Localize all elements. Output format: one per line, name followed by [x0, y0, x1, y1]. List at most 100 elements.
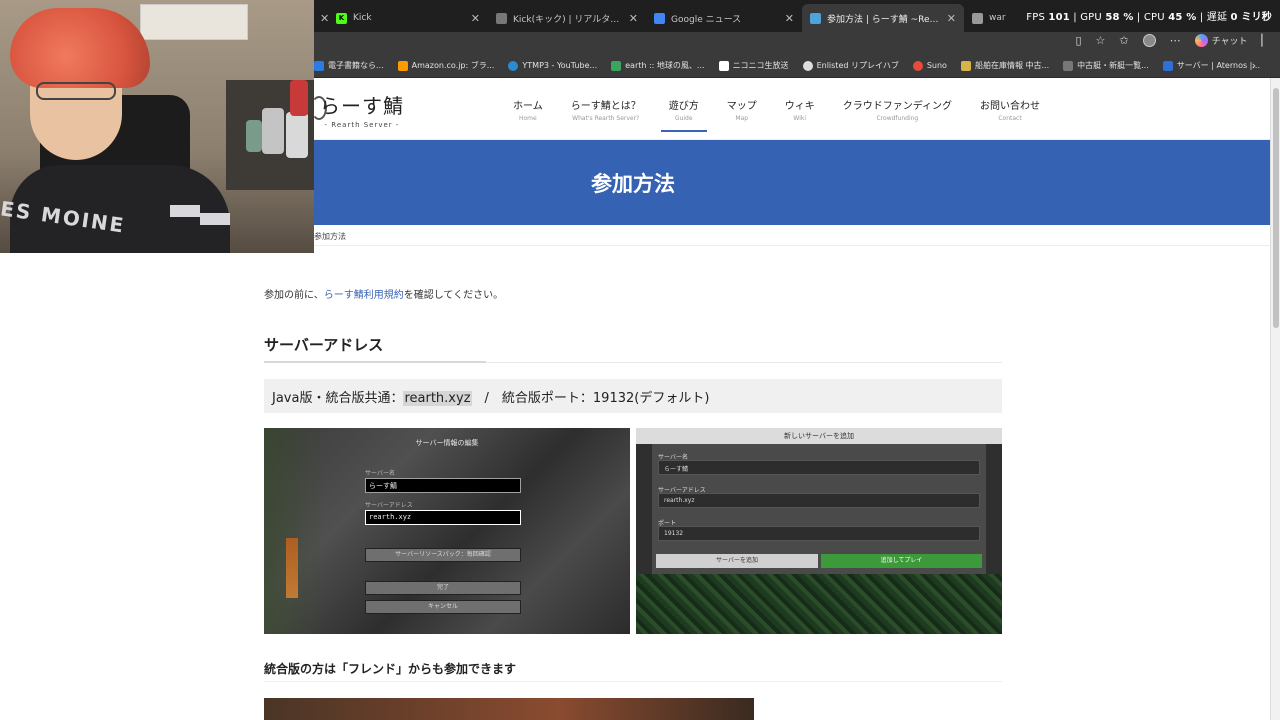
nav-home[interactable]: ホーム Home: [505, 92, 551, 130]
screenshot-button: 追加してプレイ: [821, 554, 982, 568]
wall-poster: [140, 4, 248, 40]
close-icon[interactable]: ✕: [629, 12, 638, 25]
boat-list-icon: [1063, 60, 1074, 71]
bookmark-item[interactable]: サーバー | Aternos |...: [1162, 60, 1260, 71]
nav-guide[interactable]: 遊び方 Guide: [660, 92, 707, 132]
background-texture: [636, 574, 1002, 634]
google-news-icon: [654, 12, 665, 24]
tab-google-news[interactable]: Google ニュース ✕: [646, 4, 802, 32]
profile-icon[interactable]: [1142, 34, 1156, 47]
more-menu-icon[interactable]: ⋯: [1170, 34, 1181, 47]
nav-crowdfunding[interactable]: クラウドファンディング Crowdfunding: [835, 92, 960, 130]
niconico-icon: [718, 60, 729, 71]
can: [262, 108, 284, 154]
screen: ✕ K Kick ✕ Kick(キック) | リアルタイムランキング ✕ Goo…: [0, 0, 1280, 720]
page-icon: [972, 12, 983, 24]
nav-wiki[interactable]: ウィキ Wiki: [777, 92, 823, 130]
page-scrollbar[interactable]: [1270, 78, 1280, 720]
boat-icon: [960, 60, 971, 71]
copilot-icon: [1194, 34, 1208, 47]
screenshot-button: キャンセル: [365, 600, 521, 614]
divider: [264, 681, 1002, 682]
bookmark-item[interactable]: 船舶在庫情報 中古...: [960, 60, 1049, 71]
close-icon[interactable]: ✕: [785, 12, 794, 25]
close-icon[interactable]: ✕: [320, 12, 328, 25]
sidebar-toggle-icon[interactable]: ▏: [1262, 34, 1270, 47]
screenshot-title: 新しいサーバーを追加: [636, 428, 1002, 444]
tab-war[interactable]: war: [964, 4, 1014, 32]
tab-kick-ranking[interactable]: Kick(キック) | リアルタイムランキング ✕: [488, 4, 646, 32]
performance-overlay: FPS 101 | GPU 58 % | CPU 45 % | 遅延 0 ミリ秒: [1026, 12, 1272, 23]
close-icon[interactable]: ✕: [471, 12, 480, 25]
enlisted-icon: [802, 60, 813, 71]
server-address-box: Java版・統合版共通：rearth.xyz / 統合版ポート：19132(デフ…: [264, 379, 1002, 413]
bookmark-item[interactable]: Enlisted リプレイハブ: [802, 60, 899, 71]
screenshot-label: サーバー名: [365, 470, 395, 477]
bookmark-item[interactable]: Amazon.co.jp: ブラ...: [397, 60, 494, 71]
tab-kick[interactable]: K Kick ✕: [328, 4, 488, 32]
screenshot-field: 19132: [658, 526, 980, 541]
bedrock-edition-screenshot: 新しいサーバーを追加 サーバー名 らーす鯖 サーバーアドレス rearth.xy…: [636, 428, 1002, 634]
main-nav: ホーム Home らーす鯖とは？ What's Rearth Server? 遊び方…: [505, 92, 1060, 132]
screenshot-field: rearth.xyz: [365, 510, 521, 525]
server-address-value[interactable]: rearth.xyz: [403, 391, 472, 406]
subsection-heading: 統合版の方は「フレンド」からも参加できます: [264, 662, 517, 676]
favorite-star-icon[interactable]: ☆: [1096, 34, 1106, 47]
nav-about[interactable]: らーす鯖とは？ What's Rearth Server?: [563, 92, 649, 130]
screenshot-label: サーバーアドレス: [365, 502, 413, 509]
bookmark-item[interactable]: Suno: [912, 60, 947, 71]
amazon-icon: [397, 60, 408, 71]
screenshot-button: サーバーリソースパック：毎回確認: [365, 548, 521, 562]
screenshot-form: サーバー名 らーす鯖 サーバーアドレス rearth.xyz ポート 19132…: [652, 444, 986, 574]
shirt-stripe: [200, 213, 230, 225]
screenshot-title: サーバー情報の編集: [415, 439, 479, 447]
background-texture: [286, 538, 298, 598]
friend-join-screenshot: [264, 698, 754, 720]
screenshot-button: サーバーを追加: [656, 554, 818, 568]
screenshot-field: らーす鯖: [365, 478, 521, 493]
tab-close-partial[interactable]: ✕: [314, 4, 328, 32]
intro-text: 参加の前に、らーす鯖利用規約を確認してください。: [264, 290, 504, 301]
java-edition-screenshot: サーバー情報の編集 サーバー名 らーす鯖 サーバーアドレス rearth.xyz…: [264, 428, 630, 634]
page-icon: [496, 12, 507, 24]
ytmp3-icon: [508, 60, 519, 71]
scrollbar-thumb[interactable]: [1273, 88, 1279, 328]
screenshot-field: rearth.xyz: [658, 493, 980, 508]
screenshot-button: 完了: [365, 581, 521, 595]
suno-icon: [912, 60, 923, 71]
breadcrumb[interactable]: 参加方法: [314, 231, 346, 242]
can: [290, 80, 308, 116]
toolbar-actions: ▯ ☆ ✩ ⋯ チャット ▏: [1075, 34, 1270, 47]
chevron-right-icon[interactable]: ›: [1252, 59, 1256, 72]
bookmark-item[interactable]: ニコニコ生放送: [718, 60, 789, 71]
bookmark-item[interactable]: YTMP3 - YouTube...: [508, 60, 597, 71]
webcam-overlay: ES MOINE: [0, 0, 314, 253]
bookmark-item[interactable]: earth :: 地球の風、...: [611, 60, 705, 71]
person-hair: [10, 8, 150, 88]
aternos-icon: [1162, 60, 1173, 71]
heading-underline: [264, 361, 486, 363]
bookmark-item[interactable]: 電子書籍なら...: [314, 60, 384, 71]
close-icon[interactable]: ✕: [947, 12, 956, 25]
glasses: [36, 82, 116, 100]
site-logo[interactable]: らーす鯖 - Rearth Server -: [320, 90, 404, 129]
nav-contact[interactable]: お問い合わせ Contact: [972, 92, 1048, 130]
nav-map[interactable]: マップ Map: [719, 92, 765, 130]
tab-rearth-join[interactable]: 参加方法 | らーす鯖 ~Rearth Server ✕: [802, 4, 964, 32]
background-texture: [264, 428, 324, 634]
bookmark-item[interactable]: 中古艇・新艇一覧...: [1063, 60, 1149, 71]
can: [286, 112, 308, 158]
earth-icon: [611, 60, 622, 71]
terms-link[interactable]: らーす鯖利用規約: [324, 290, 404, 301]
page-title: 参加方法: [591, 172, 675, 196]
site-icon: [810, 12, 821, 24]
reading-view-icon[interactable]: ▯: [1075, 34, 1081, 47]
shirt-stripe: [170, 205, 200, 217]
section-heading: サーバーアドレス: [264, 336, 384, 354]
can: [246, 120, 262, 152]
favorites-icon[interactable]: ✩: [1119, 34, 1128, 47]
kick-icon: K: [336, 12, 347, 24]
chat-button[interactable]: チャット: [1194, 34, 1248, 47]
bookmark-icon: [314, 60, 324, 71]
screenshot-field: らーす鯖: [658, 460, 980, 475]
